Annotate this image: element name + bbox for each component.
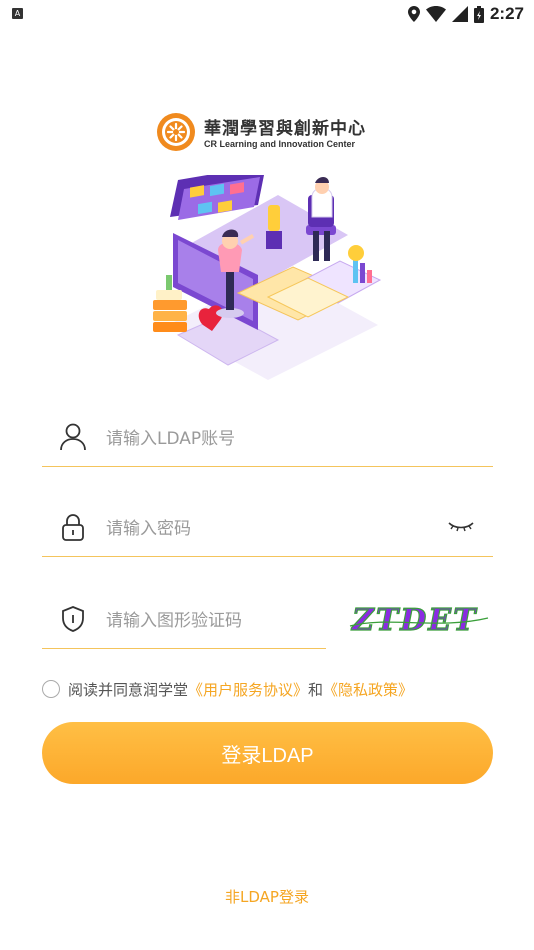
- status-bar: A 2:27: [0, 0, 534, 30]
- logo-emblem-icon: [157, 113, 195, 151]
- account-field[interactable]: 请输入LDAP账号: [42, 406, 493, 467]
- privacy-policy-link[interactable]: 《隐私政策》: [323, 679, 413, 700]
- user-agreement-link[interactable]: 《用户服务协议》: [188, 679, 308, 700]
- captcha-image[interactable]: ZTDET: [348, 596, 490, 640]
- battery-icon: [473, 5, 484, 23]
- agreement-row: 阅读并同意润学堂 《用户服务协议》 和 《隐私政策》: [42, 676, 413, 702]
- ldap-login-button[interactable]: 登录LDAP: [42, 722, 493, 784]
- clock: 2:27: [489, 4, 524, 23]
- password-field[interactable]: 请输入密码: [42, 496, 493, 557]
- hero-illustration: [153, 175, 382, 380]
- lock-icon: [62, 514, 84, 541]
- wifi-icon: [425, 6, 446, 22]
- captcha-field[interactable]: 请输入图形验证码: [42, 588, 326, 649]
- eye-closed-icon[interactable]: [447, 518, 475, 534]
- status-icons: 2:27: [407, 4, 524, 24]
- captcha-input[interactable]: 请输入图形验证码: [106, 606, 242, 631]
- agreement-checkbox[interactable]: [42, 680, 60, 698]
- logo-english-name: CR Learning and Innovation Center: [204, 139, 356, 149]
- signal-icon: [451, 6, 468, 22]
- shield-icon: [62, 606, 84, 632]
- brand-logo: 華潤學習與創新中心 CR Learning and Innovation Cen…: [156, 112, 386, 156]
- agreement-prefix: 阅读并同意润学堂: [68, 680, 189, 699]
- captcha-text: ZTDET: [351, 603, 478, 638]
- user-icon: [60, 423, 86, 451]
- account-input[interactable]: 请输入LDAP账号: [106, 424, 235, 449]
- logo-chinese-name: 華潤學習與創新中心: [204, 119, 366, 139]
- non-ldap-login-link[interactable]: 非LDAP登录: [0, 886, 534, 907]
- password-input[interactable]: 请输入密码: [106, 514, 191, 539]
- notification-icon: A: [12, 8, 23, 19]
- location-icon: [407, 6, 420, 22]
- agreement-and: 和: [308, 680, 324, 699]
